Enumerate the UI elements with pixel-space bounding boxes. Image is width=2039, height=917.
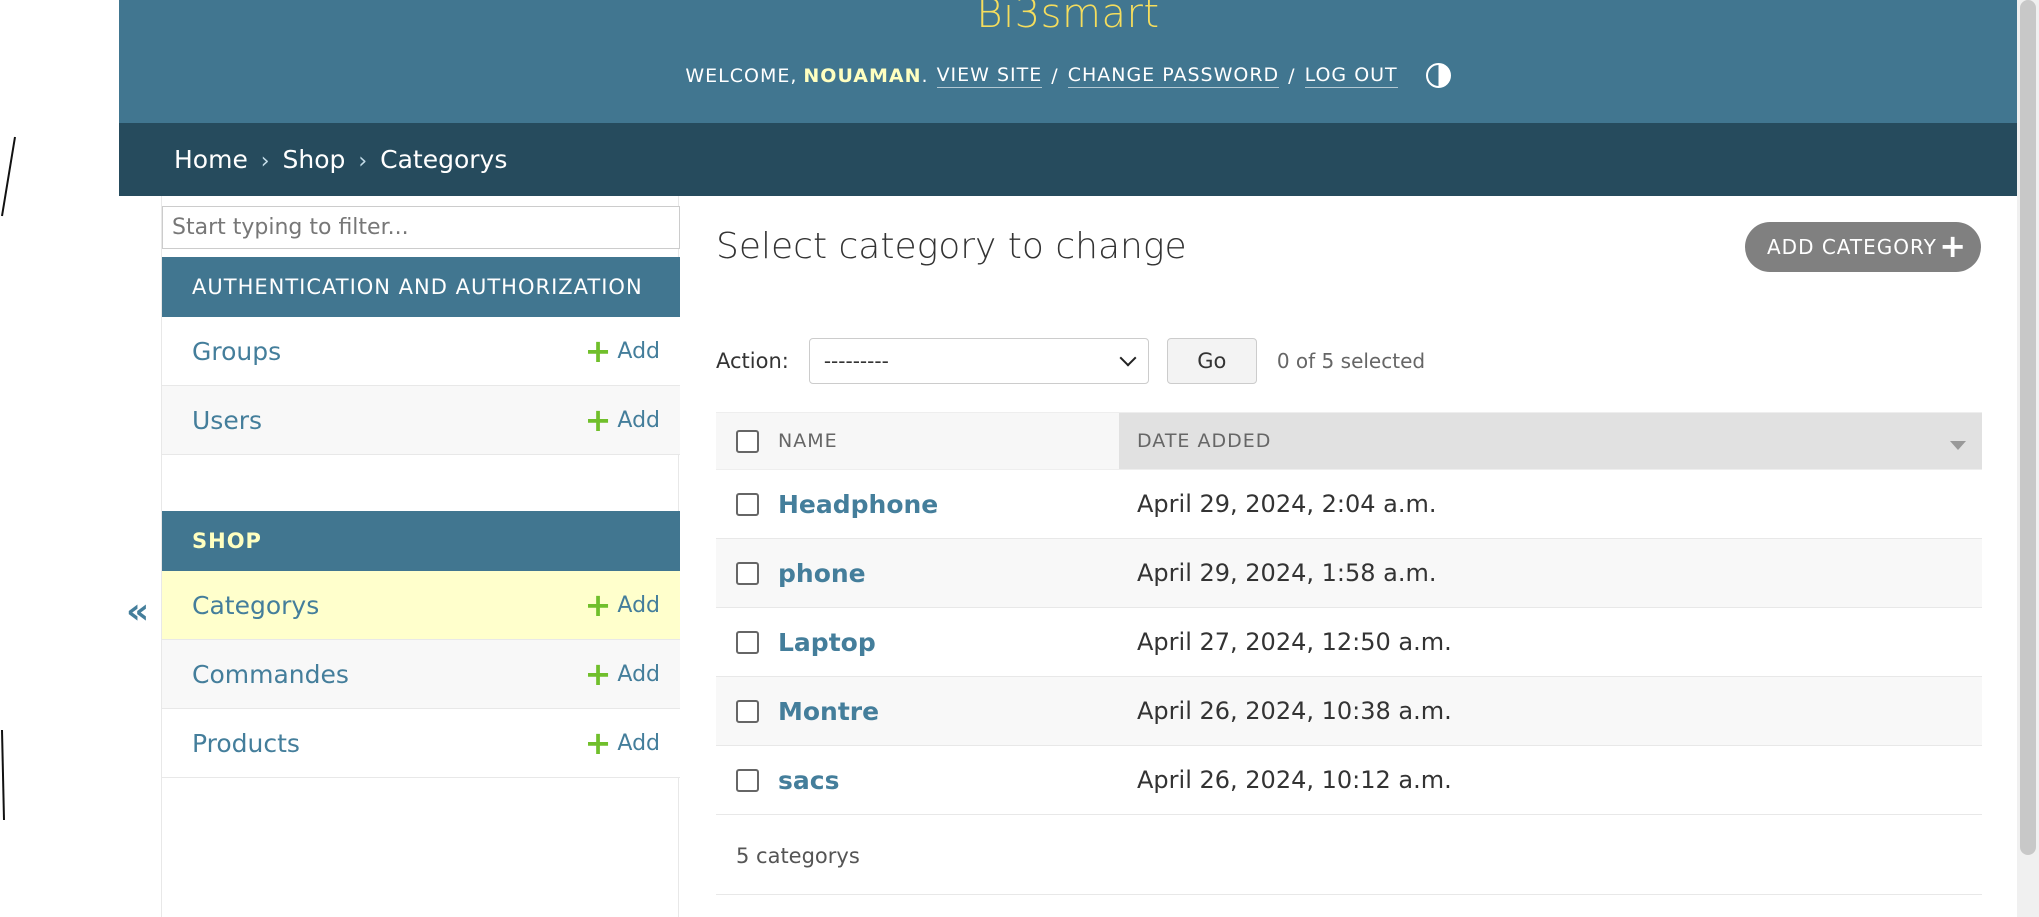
selection-count: 0 of 5 selected	[1276, 349, 1426, 373]
action-label: Action:	[716, 349, 789, 373]
plus-icon: +	[584, 724, 612, 762]
username: NOUAMAN	[803, 64, 922, 87]
row-date: April 27, 2024, 12:50 a.m.	[1137, 628, 1452, 656]
table-row: Montre April 26, 2024, 10:38 a.m.	[716, 677, 1982, 746]
sidebar-item-products: Products + Add	[162, 709, 680, 778]
actions-bar: Action: --------- Go 0 of 5 selected	[716, 338, 1516, 384]
add-label: Add	[617, 730, 660, 756]
add-label: Add	[617, 661, 660, 687]
plus-icon: +	[584, 655, 612, 693]
add-label: Add	[617, 592, 660, 618]
add-categorys-link[interactable]: + Add	[584, 586, 680, 624]
row-checkbox[interactable]	[735, 561, 759, 585]
sidebar-item-label[interactable]: Commandes	[192, 660, 585, 689]
table-row: sacs April 26, 2024, 10:12 a.m.	[716, 746, 1982, 815]
sidebar-item-label[interactable]: Groups	[192, 337, 585, 366]
row-checkbox[interactable]	[735, 492, 759, 516]
sidebar-item-label[interactable]: Categorys	[192, 591, 585, 620]
sidebar-item-label[interactable]: Products	[192, 729, 585, 758]
page-scrollbar[interactable]	[2017, 0, 2039, 917]
nav-sidebar: AUTHENTICATION AND AUTHORIZATION Groups …	[161, 196, 680, 917]
plus-icon: +	[1939, 227, 1967, 265]
module-caption-shop[interactable]: SHOP	[162, 511, 680, 571]
table-row: Headphone April 29, 2024, 2:04 a.m.	[716, 470, 1982, 539]
page-title: Select category to change	[716, 226, 1187, 267]
breadcrumb-arrow: ›	[260, 149, 270, 174]
table-row: phone April 29, 2024, 1:58 a.m.	[716, 539, 1982, 608]
add-label: Add	[617, 407, 660, 433]
go-button[interactable]: Go	[1166, 338, 1257, 384]
separator: /	[1288, 64, 1296, 87]
sort-descending-icon[interactable]	[1950, 441, 1966, 450]
row-name-link[interactable]: sacs	[778, 766, 1119, 795]
nav-filter-input[interactable]	[162, 206, 680, 249]
separator: /	[1051, 64, 1059, 87]
toggle-sidebar-button[interactable]: «	[126, 592, 149, 632]
breadcrumb-shop[interactable]: Shop	[283, 145, 346, 174]
column-header-date-added[interactable]: DATE ADDED	[1119, 413, 1982, 469]
result-list-table: NAME DATE ADDED Headphone April 29, 2024…	[716, 412, 1982, 895]
column-header-label: DATE ADDED	[1137, 430, 1272, 452]
row-name-link[interactable]: Laptop	[778, 628, 1119, 657]
plus-icon: +	[584, 332, 612, 370]
add-commandes-link[interactable]: + Add	[584, 655, 680, 693]
add-users-link[interactable]: + Add	[584, 401, 680, 439]
user-tools: WELCOME, NOUAMAN . VIEW SITE / CHANGE PA…	[119, 63, 2017, 88]
column-header-name[interactable]: NAME	[778, 413, 1119, 469]
row-date: April 26, 2024, 10:12 a.m.	[1137, 766, 1452, 794]
welcome-text: WELCOME,	[685, 64, 798, 87]
sidebar-item-users: Users + Add	[162, 386, 680, 455]
plus-icon: +	[584, 401, 612, 439]
row-name-link[interactable]: Montre	[778, 697, 1119, 726]
theme-toggle-icon[interactable]	[1425, 63, 1451, 88]
row-date: April 26, 2024, 10:38 a.m.	[1137, 697, 1452, 725]
row-date: April 29, 2024, 1:58 a.m.	[1137, 559, 1437, 587]
action-select[interactable]: ---------	[808, 338, 1149, 384]
row-checkbox[interactable]	[735, 630, 759, 654]
view-site-link[interactable]: VIEW SITE	[936, 64, 1043, 88]
username-suffix: .	[921, 64, 929, 87]
chevron-down-icon	[1119, 349, 1137, 367]
breadcrumb: Home › Shop › Categorys	[119, 123, 2017, 196]
row-checkbox[interactable]	[735, 699, 759, 723]
select-all-checkbox[interactable]	[735, 429, 759, 453]
breadcrumb-home[interactable]: Home	[174, 145, 248, 174]
add-groups-link[interactable]: + Add	[584, 332, 680, 370]
table-row: Laptop April 27, 2024, 12:50 a.m.	[716, 608, 1982, 677]
breadcrumb-arrow: ›	[358, 149, 368, 174]
breadcrumb-current: Categorys	[380, 145, 508, 174]
row-checkbox[interactable]	[735, 768, 759, 792]
add-label: Add	[617, 338, 660, 364]
add-products-link[interactable]: + Add	[584, 724, 680, 762]
scrollbar-thumb[interactable]	[2020, 0, 2036, 855]
table-header: NAME DATE ADDED	[716, 412, 1982, 470]
row-date: April 29, 2024, 2:04 a.m.	[1137, 490, 1437, 518]
add-category-label: ADD CATEGORY	[1767, 235, 1937, 259]
paginator: 5 categorys	[716, 815, 1982, 895]
site-header: Bi3smart WELCOME, NOUAMAN . VIEW SITE / …	[119, 0, 2017, 123]
row-name-link[interactable]: Headphone	[778, 490, 1119, 519]
plus-icon: +	[584, 586, 612, 624]
row-name-link[interactable]: phone	[778, 559, 1119, 588]
action-selected-value: ---------	[823, 349, 889, 373]
sidebar-item-groups: Groups + Add	[162, 317, 680, 386]
pen-marks	[1, 136, 16, 821]
site-brand[interactable]: Bi3smart	[119, 0, 2017, 34]
sidebar-item-categorys: Categorys + Add	[162, 571, 680, 640]
module-caption-auth[interactable]: AUTHENTICATION AND AUTHORIZATION	[162, 257, 680, 317]
sidebar-item-label[interactable]: Users	[192, 406, 585, 435]
change-password-link[interactable]: CHANGE PASSWORD	[1067, 64, 1280, 88]
sidebar-item-commandes: Commandes + Add	[162, 640, 680, 709]
add-category-button[interactable]: ADD CATEGORY +	[1745, 222, 1981, 272]
select-all-cell	[716, 413, 778, 469]
log-out-link[interactable]: LOG OUT	[1304, 64, 1398, 88]
